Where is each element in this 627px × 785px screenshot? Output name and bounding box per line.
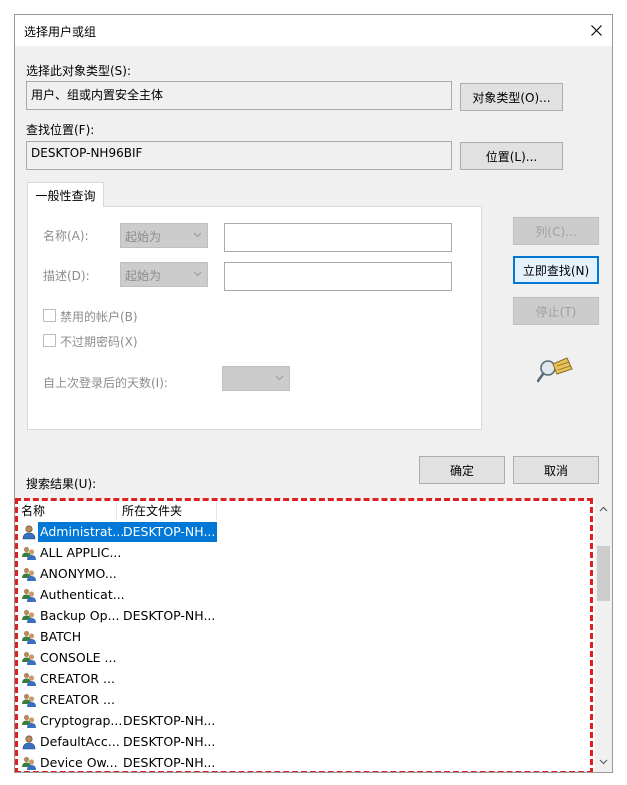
search-results-label: 搜索结果(U): (26, 477, 97, 491)
row-name: Cryptograp... (40, 713, 123, 728)
group-icon (22, 672, 36, 686)
group-icon (22, 651, 36, 665)
row-name: CREATOR ... (40, 692, 115, 707)
tab-common-queries[interactable]: 一般性查询 (27, 182, 104, 207)
group-icon (22, 630, 36, 644)
user-icon (22, 735, 36, 750)
title-bar: 选择用户或组 (15, 15, 612, 46)
row-name: ALL APPLIC... (40, 545, 122, 560)
row-name: ANONYMO... (40, 566, 117, 581)
name-input[interactable] (224, 223, 452, 252)
close-button[interactable] (580, 15, 612, 46)
location-label: 查找位置(F): (26, 123, 95, 137)
table-row[interactable]: CREATOR ... (18, 668, 598, 689)
location-field[interactable]: DESKTOP-NH96BIF (26, 141, 452, 170)
table-row[interactable]: Backup Op... DESKTOP-NH... (18, 605, 598, 626)
row-name: BATCH (40, 629, 82, 644)
description-match-value: 起始为 (125, 269, 162, 283)
chevron-down-icon (193, 271, 202, 277)
chevron-down-icon (193, 232, 202, 238)
object-types-button[interactable]: 对象类型(O)... (460, 83, 563, 111)
row-name: Administrat... (40, 524, 125, 539)
table-row[interactable]: Device Ow... DESKTOP-NH... (18, 752, 598, 772)
row-name: Backup Op... (40, 608, 120, 623)
row-name: CREATOR ... (40, 671, 115, 686)
non-expiring-password-checkbox[interactable] (43, 334, 56, 347)
row-name: DefaultAcc... (40, 734, 120, 749)
group-icon (22, 546, 36, 560)
row-folder: DESKTOP-NH... (123, 608, 216, 623)
results-scrollbar[interactable] (595, 499, 612, 772)
disabled-accounts-label: 禁用的帐户(B) (60, 310, 138, 324)
close-icon (590, 25, 602, 36)
disabled-accounts-checkbox[interactable] (43, 309, 56, 322)
table-row[interactable]: CREATOR ... (18, 689, 598, 710)
cancel-button[interactable]: 取消 (513, 456, 599, 484)
object-type-label: 选择此对象类型(S): (26, 64, 132, 78)
description-label: 描述(D): (43, 269, 90, 283)
object-type-field[interactable]: 用户、组或内置安全主体 (26, 81, 452, 110)
group-icon (22, 714, 36, 728)
group-icon (22, 756, 36, 770)
ok-button[interactable]: 确定 (419, 456, 505, 484)
row-folder: DESKTOP-NH... (123, 524, 216, 539)
non-expiring-password-label: 不过期密码(X) (60, 335, 138, 349)
table-row[interactable]: CONSOLE ... (18, 647, 598, 668)
scroll-thumb[interactable] (597, 546, 610, 601)
chevron-up-icon (599, 506, 608, 512)
table-row[interactable]: ALL APPLIC... (18, 542, 598, 563)
days-since-logon-combo[interactable] (222, 366, 290, 391)
chevron-down-icon (275, 375, 284, 381)
stop-button[interactable]: 停止(T) (513, 297, 599, 325)
table-row[interactable]: Administrat... DESKTOP-NH... (18, 521, 598, 542)
window-title: 选择用户或组 (24, 25, 97, 39)
table-row[interactable]: Cryptograp... DESKTOP-NH... (18, 710, 598, 731)
user-icon (22, 525, 36, 540)
days-since-logon-label: 自上次登录后的天数(I): (43, 376, 168, 390)
search-flashlight-icon (537, 357, 573, 383)
row-name: CONSOLE ... (40, 650, 117, 665)
columns-button[interactable]: 列(C)... (513, 217, 599, 245)
row-folder: DESKTOP-NH... (123, 755, 216, 770)
name-match-combo[interactable]: 起始为 (120, 223, 208, 248)
row-name: Authenticat... (40, 587, 125, 602)
search-results-list[interactable]: 名称 所在文件夹 Administrat... DESKTOP-NH... AL… (16, 499, 612, 772)
description-input[interactable] (224, 262, 452, 291)
group-icon (22, 609, 36, 623)
column-header-name[interactable]: 名称 (16, 499, 117, 520)
scroll-down-button[interactable] (595, 753, 612, 770)
select-users-dialog: 选择用户或组 选择此对象类型(S): 用户、组或内置安全主体 对象类型(O)..… (14, 14, 613, 773)
row-folder: DESKTOP-NH... (123, 734, 216, 749)
row-name: Device Ow... (40, 755, 118, 770)
table-row[interactable]: DefaultAcc... DESKTOP-NH... (18, 731, 598, 752)
chevron-down-icon (599, 759, 608, 765)
group-icon (22, 567, 36, 581)
row-folder: DESKTOP-NH... (123, 713, 216, 728)
name-label: 名称(A): (43, 229, 89, 243)
table-row[interactable]: BATCH (18, 626, 598, 647)
scroll-up-button[interactable] (595, 501, 612, 518)
description-match-combo[interactable]: 起始为 (120, 262, 208, 287)
common-queries-panel: 名称(A): 起始为 描述(D): 起始为 禁用的帐户(B) 不过期密码(X) … (27, 206, 482, 430)
group-icon (22, 693, 36, 707)
locations-button[interactable]: 位置(L)... (460, 142, 563, 170)
find-now-button[interactable]: 立即查找(N) (513, 256, 599, 284)
column-header-folder[interactable]: 所在文件夹 (117, 499, 217, 520)
table-row[interactable]: Authenticat... (18, 584, 598, 605)
table-row[interactable]: ANONYMO... (18, 563, 598, 584)
group-icon (22, 588, 36, 602)
name-match-value: 起始为 (125, 230, 162, 244)
